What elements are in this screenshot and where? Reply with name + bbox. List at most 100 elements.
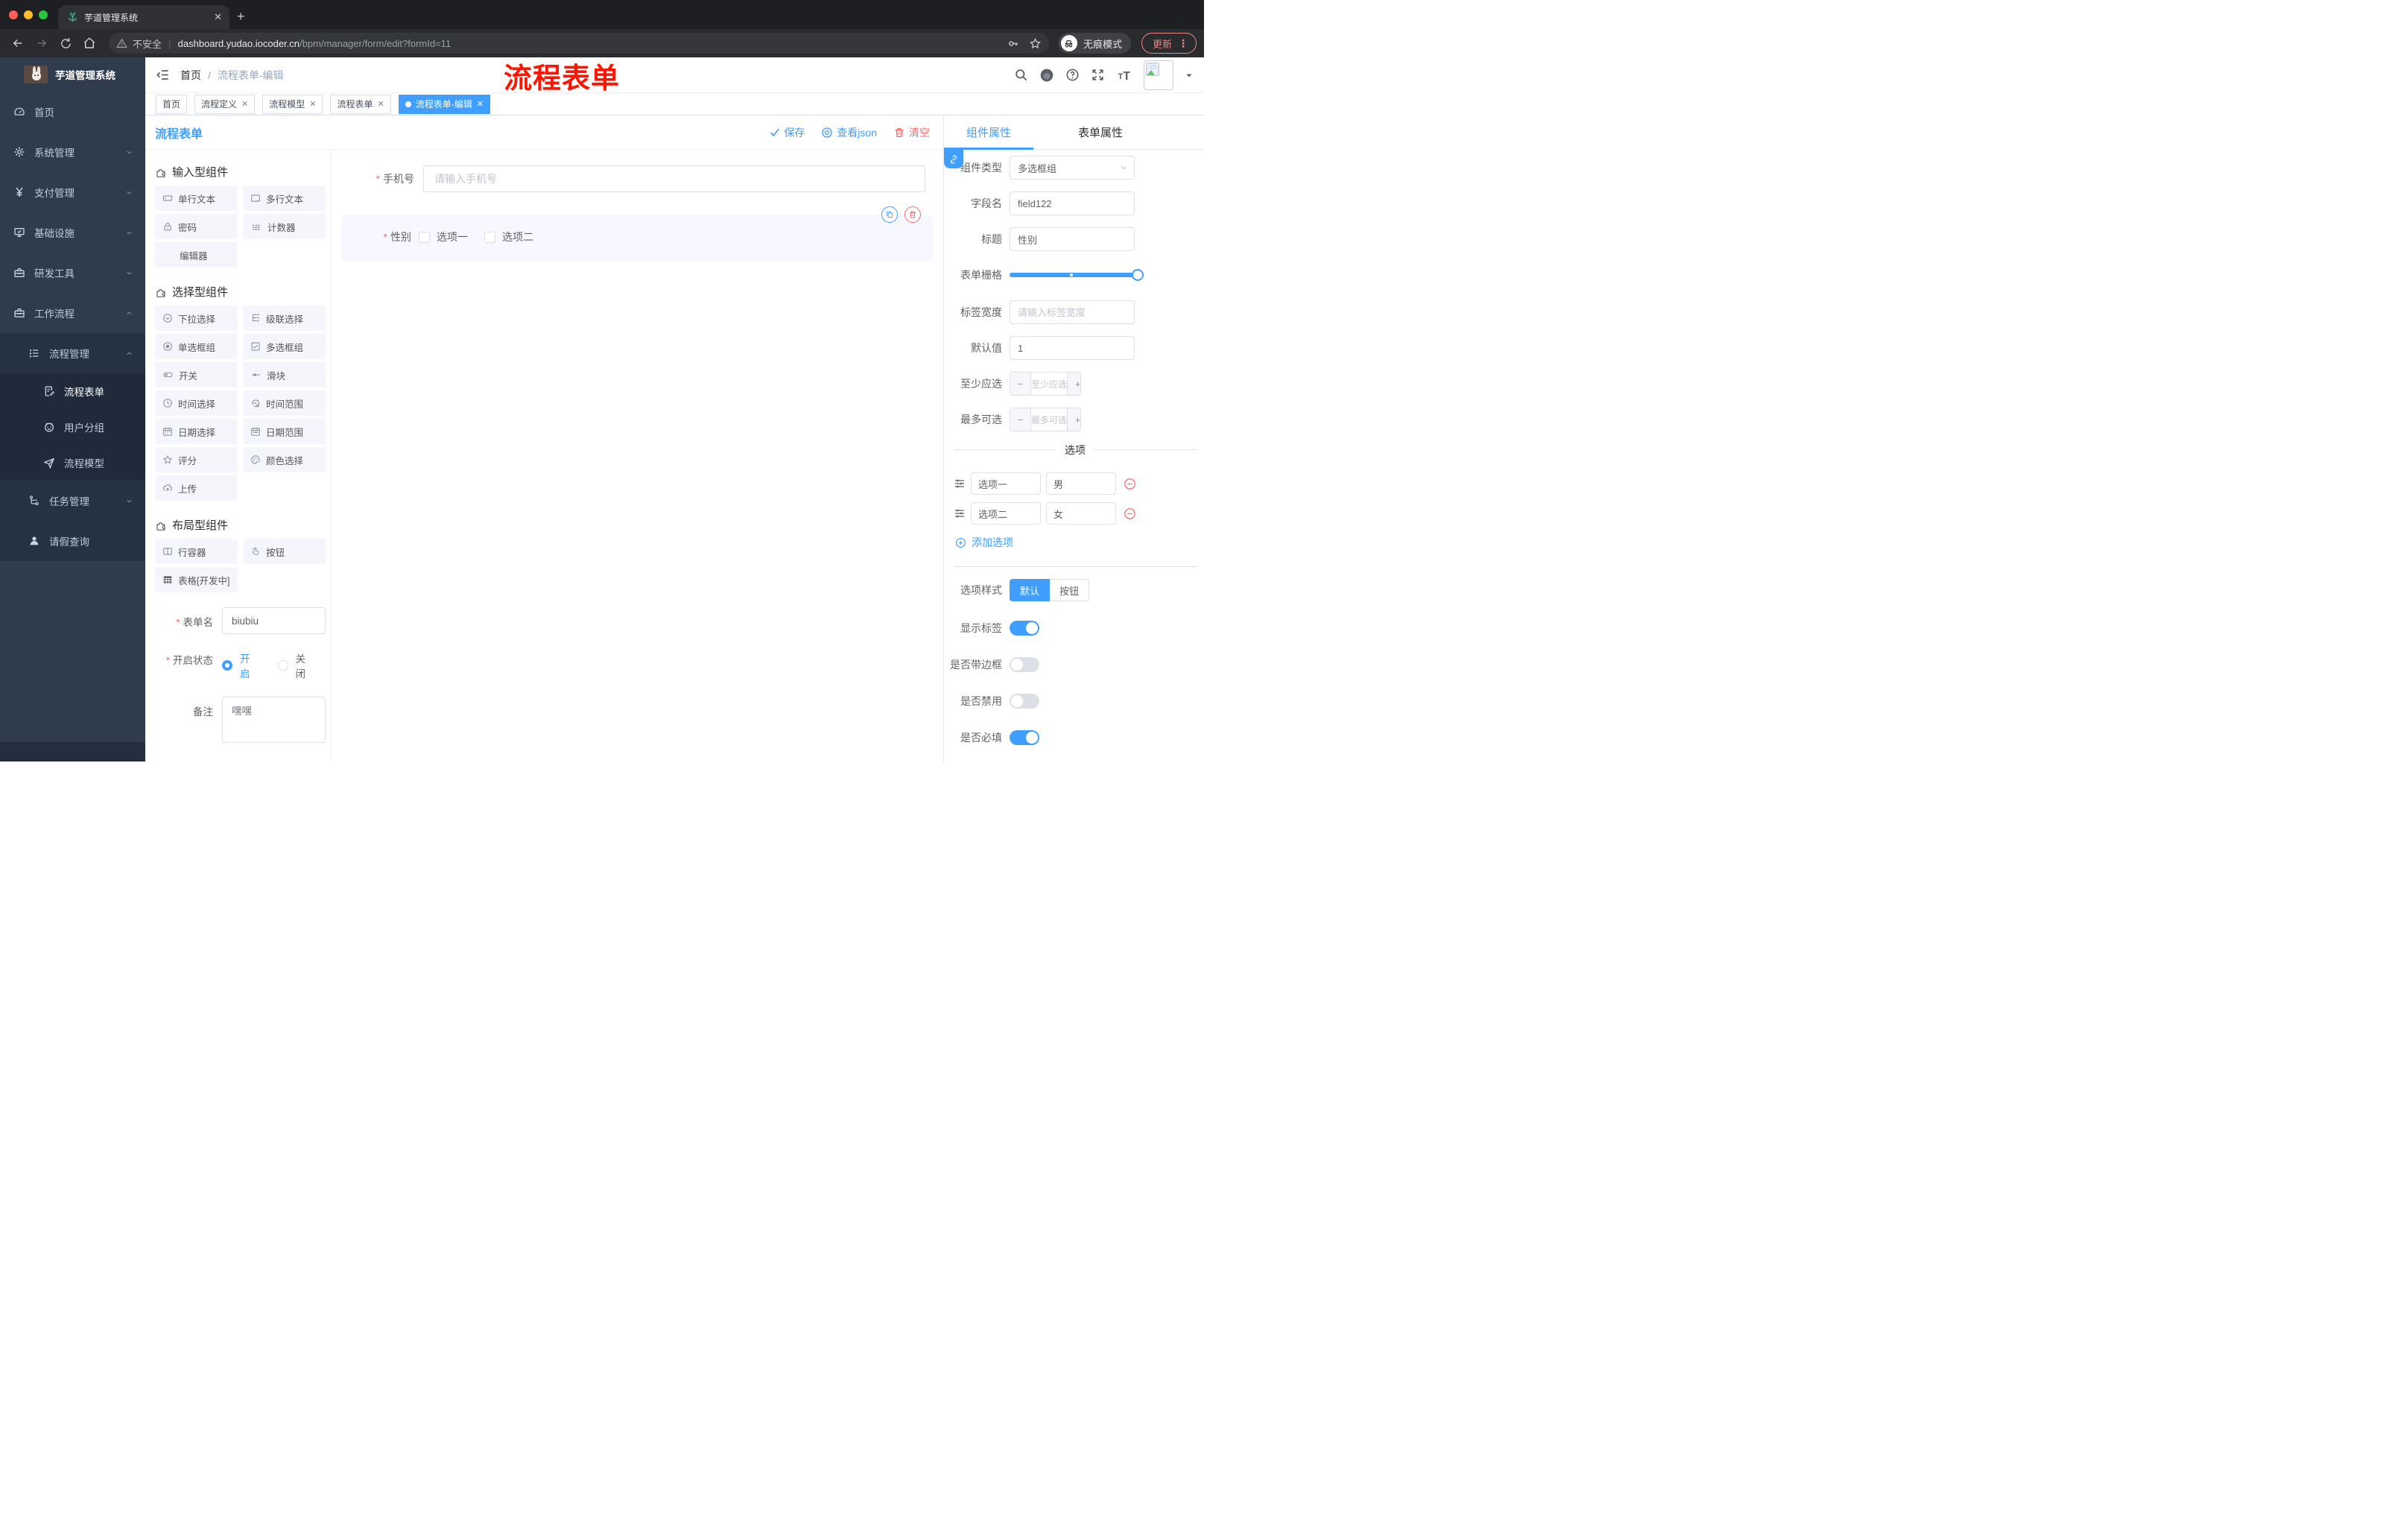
show-label-switch[interactable] [1010,621,1039,636]
duplicate-component-button[interactable] [881,206,898,223]
status-on-label[interactable]: 开启 [240,650,257,680]
tag-process-model[interactable]: 流程模型 ✕ [262,94,323,114]
browser-update-button[interactable]: 更新 ⋮ [1141,33,1197,54]
sidebar-item-user-group[interactable]: 用户分组 [0,409,145,445]
zoom-window-button[interactable] [39,10,48,19]
palette-item-select[interactable]: 下拉选择 [155,305,238,331]
reload-icon[interactable] [55,33,76,54]
breadcrumb-home[interactable]: 首页 [180,68,201,83]
palette-item-button[interactable]: 按钮 [243,539,326,564]
palette-item-password[interactable]: 密码 [155,214,238,239]
data-bind-link-button[interactable] [944,150,963,168]
tag-close-icon[interactable]: ✕ [241,99,248,109]
clear-button[interactable]: 清空 [893,125,930,140]
palette-item-time-range[interactable]: 时间范围 [243,390,326,416]
tab-close-icon[interactable]: ✕ [214,11,222,23]
style-default-button[interactable]: 默认 [1010,579,1051,601]
browser-menu-dots-icon[interactable]: ⋮ [1178,37,1188,50]
palette-item-slider[interactable]: 滑块 [243,362,326,387]
window-controls[interactable] [0,10,58,29]
gender-option-2[interactable]: 选项二 [484,229,533,244]
border-switch[interactable] [1010,657,1039,672]
sidebar-item-home[interactable]: 首页 [0,92,145,132]
help-icon[interactable] [1065,68,1080,82]
avatar[interactable] [1144,60,1173,90]
tag-home[interactable]: 首页 [156,94,188,114]
status-on-radio[interactable] [222,660,232,671]
sidebar-item-payment[interactable]: 支付管理 [0,172,145,212]
design-canvas[interactable]: 手机号 性别 选项一 [332,150,943,762]
canvas-field-gender-selected[interactable]: 性别 选项一 选项二 [341,206,933,262]
sidebar-collapse-icon[interactable] [156,68,170,82]
search-icon[interactable] [1014,68,1028,82]
palette-item-multi-text[interactable]: 多行文本 [243,186,326,211]
min-select-value[interactable]: 至少应选 [1031,373,1068,395]
palette-item-editor[interactable]: 编辑器 [155,242,238,267]
view-json-button[interactable]: 查看json [821,125,877,140]
option-label-input[interactable] [971,472,1041,495]
sidebar-item-process-form[interactable]: 流程表单 [0,373,145,409]
tab-form-props[interactable]: 表单属性 [1033,115,1167,149]
title-input[interactable] [1010,227,1135,251]
palette-item-counter[interactable]: 计数器 [243,214,326,239]
remove-option-icon[interactable] [1124,478,1136,490]
tag-close-icon[interactable]: ✕ [378,99,384,109]
avatar-caret-icon[interactable] [1185,71,1194,80]
required-switch[interactable] [1010,730,1039,745]
status-off-label[interactable]: 关闭 [296,650,313,680]
minus-button[interactable]: − [1010,373,1031,395]
gender-option-1[interactable]: 选项一 [419,229,468,244]
palette-item-radio-group[interactable]: 单选框组 [155,334,238,359]
tag-close-icon[interactable]: ✕ [477,99,484,109]
app-logo-row[interactable]: 芋道管理系统 [0,57,145,92]
form-name-input[interactable] [222,607,326,634]
password-key-icon[interactable] [1007,37,1020,50]
font-size-icon[interactable] [1116,68,1132,83]
browser-tab[interactable]: 芋道管理系统 ✕ [58,5,229,29]
sidebar-item-devtools[interactable]: 研发工具 [0,253,145,293]
palette-item-date-range[interactable]: 日期范围 [243,419,326,444]
palette-item-row-container[interactable]: 行容器 [155,539,238,564]
palette-item-checkbox-group[interactable]: 多选框组 [243,334,326,359]
component-type-select[interactable] [1010,156,1135,180]
max-select-value[interactable]: 最多可选 [1031,408,1068,431]
palette-item-time-picker[interactable]: 时间选择 [155,390,238,416]
phone-input[interactable] [423,165,925,192]
tag-process-definition[interactable]: 流程定义 ✕ [194,94,256,114]
sidebar-item-process-mgmt[interactable]: 流程管理 [0,333,145,373]
remove-option-icon[interactable] [1124,507,1136,520]
bookmark-star-icon[interactable] [1029,37,1042,50]
palette-item-cascader[interactable]: 级联选择 [243,305,326,331]
palette-item-date-picker[interactable]: 日期选择 [155,419,238,444]
minimize-window-button[interactable] [24,10,33,19]
label-width-input[interactable] [1010,300,1135,324]
tag-process-form-edit[interactable]: 流程表单-编辑 ✕ [398,94,490,114]
slider-track[interactable] [1010,269,1144,281]
option-label-input[interactable] [971,502,1041,525]
sidebar-item-system[interactable]: 系统管理 [0,132,145,172]
palette-item-switch[interactable]: 开关 [155,362,238,387]
disabled-switch[interactable] [1010,694,1039,709]
form-grid-slider[interactable] [1010,263,1144,287]
tag-process-form[interactable]: 流程表单 ✕ [330,94,391,114]
option-value-input[interactable] [1046,502,1116,525]
github-icon[interactable] [1039,68,1054,83]
fullscreen-icon[interactable] [1091,68,1105,82]
option-value-input[interactable] [1046,472,1116,495]
field-name-input[interactable] [1010,191,1135,215]
tab-component-props[interactable]: 组件属性 [944,115,1033,149]
tag-close-icon[interactable]: ✕ [309,99,316,109]
plus-button[interactable]: + [1067,408,1080,431]
close-window-button[interactable] [9,10,18,19]
default-value-input[interactable] [1010,336,1135,360]
canvas-field-phone[interactable]: 手机号 [341,165,925,192]
status-off-radio[interactable] [277,660,288,671]
address-bar[interactable]: 不安全 | dashboard.yudao.iocoder.cn/bpm/man… [109,33,1049,54]
palette-item-color-picker[interactable]: 颜色选择 [243,447,326,472]
plus-button[interactable]: + [1067,373,1080,395]
add-option-button[interactable]: 添加选项 [955,535,1204,550]
drag-handle-icon[interactable] [954,478,966,490]
slider-handle[interactable] [1132,269,1144,281]
save-button[interactable]: 保存 [769,125,805,140]
checkbox-icon[interactable] [484,231,495,243]
